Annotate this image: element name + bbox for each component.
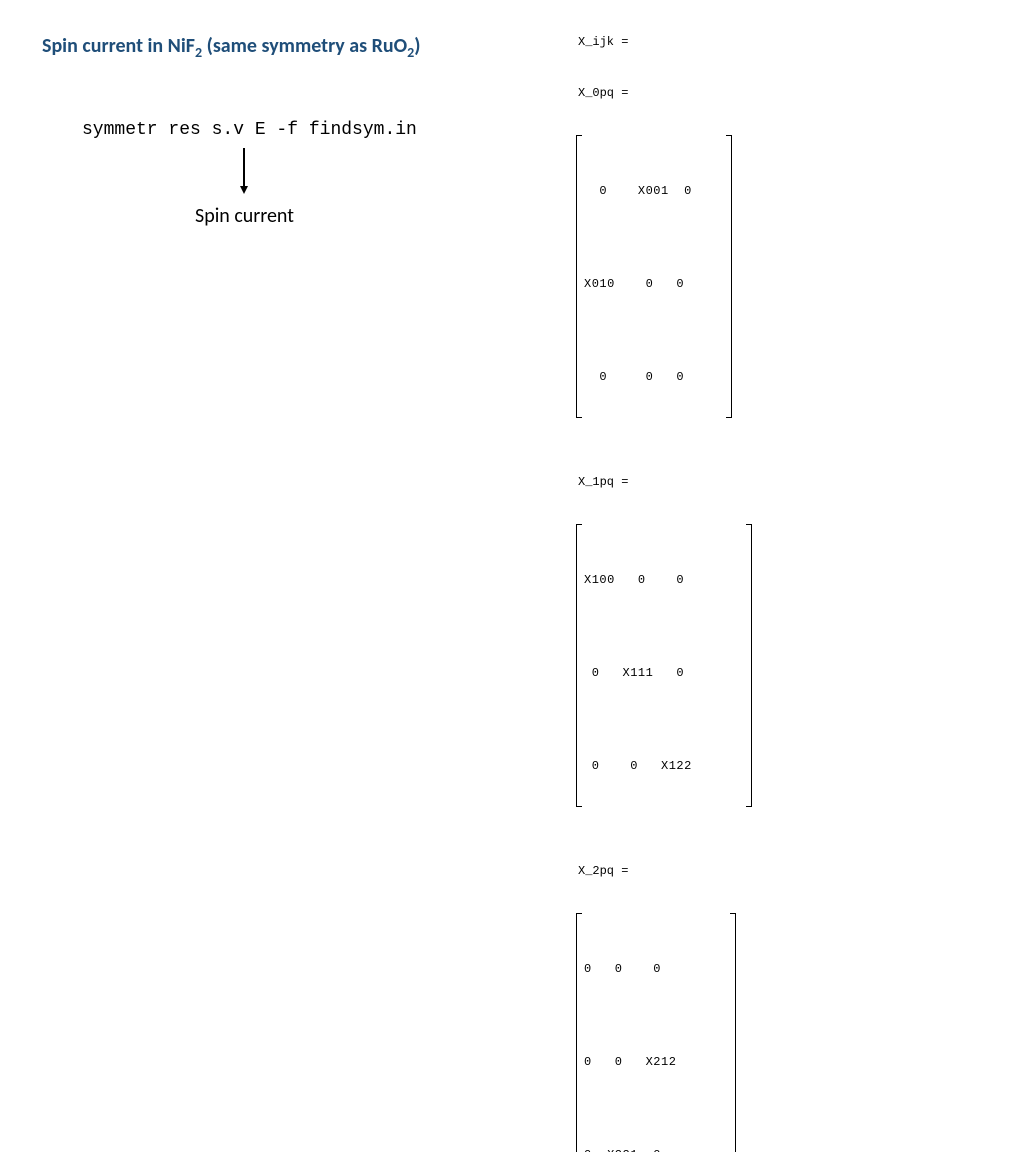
command-line: symmetr res s.v E -f findsym.in [82, 120, 417, 140]
x2pq-label: X_2pq = [578, 863, 816, 879]
arrow-down [243, 148, 245, 192]
matrix-x1pq: X100 0 0 0 X111 0 0 0 X122 [578, 524, 816, 807]
x1pq-label: X_1pq = [578, 474, 816, 490]
matrix-x0pq: 0 X001 0 X010 0 0 0 0 0 [578, 135, 816, 418]
xijk-header: X_ijk = [578, 34, 816, 50]
matrix-x2pq: 0 0 0 0 0 X212 0 X221 0 [578, 913, 816, 1152]
x0pq-label: X_0pq = [578, 85, 816, 101]
tensor-output: X_ijk = X_0pq = 0 X001 0 X010 0 0 0 0 0 … [578, 0, 816, 1152]
slide-title: Spin current in NiF2 (same symmetry as R… [42, 34, 421, 61]
spin-current-label: Spin current [195, 204, 294, 228]
